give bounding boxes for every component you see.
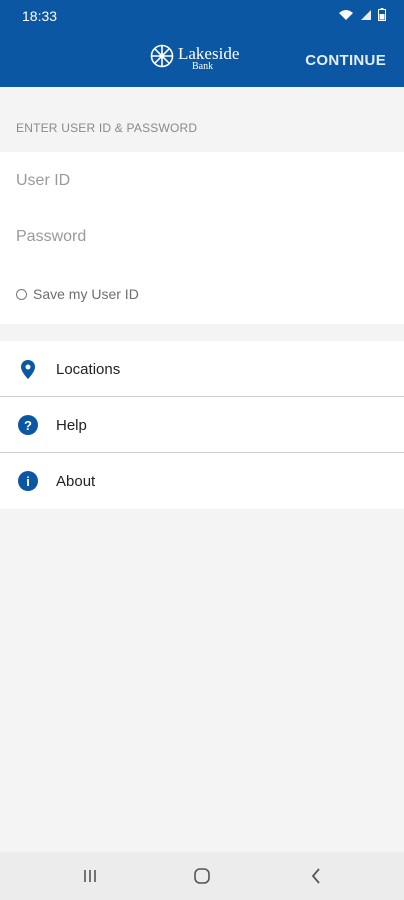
menu-item-label: About: [56, 472, 96, 490]
recent-apps-icon[interactable]: [78, 864, 102, 888]
status-icons: [338, 8, 386, 26]
home-icon[interactable]: [190, 864, 214, 888]
wifi-icon: [338, 8, 354, 26]
app-bar: Lakeside Bank CONTINUE: [0, 32, 404, 87]
login-form: Save my User ID: [0, 152, 404, 324]
user-id-input[interactable]: [16, 159, 388, 203]
save-user-id-toggle[interactable]: Save my User ID: [16, 286, 139, 302]
signal-icon: [360, 8, 372, 26]
save-user-id-label: Save my User ID: [33, 286, 139, 302]
login-section-title: ENTER USER ID & PASSWORD: [16, 121, 198, 135]
menu-item-locations[interactable]: Locations: [0, 341, 404, 397]
save-user-id-radio[interactable]: [16, 288, 27, 300]
location-pin-icon: [18, 359, 38, 379]
menu-item-help[interactable]: ? Help: [0, 397, 404, 453]
logo-wheel-icon: [150, 44, 174, 73]
status-time: 18:33: [22, 8, 58, 24]
logo-name: Lakeside: [178, 44, 240, 63]
help-icon: ?: [18, 415, 38, 435]
logo-subtitle: Bank: [192, 61, 214, 72]
menu-list: Locations ? Help i About: [0, 341, 404, 509]
lakeside-bank-logo: Lakeside Bank: [150, 44, 239, 73]
password-input[interactable]: [16, 215, 388, 259]
system-nav-bar: [0, 852, 404, 900]
back-icon[interactable]: [304, 864, 328, 888]
menu-item-label: Locations: [56, 360, 121, 378]
menu-item-about[interactable]: i About: [0, 453, 404, 509]
battery-icon: [378, 8, 386, 26]
menu-item-label: Help: [56, 416, 87, 434]
status-bar: 18:33: [0, 0, 404, 32]
info-icon: i: [18, 471, 38, 491]
continue-button[interactable]: CONTINUE: [305, 52, 386, 69]
